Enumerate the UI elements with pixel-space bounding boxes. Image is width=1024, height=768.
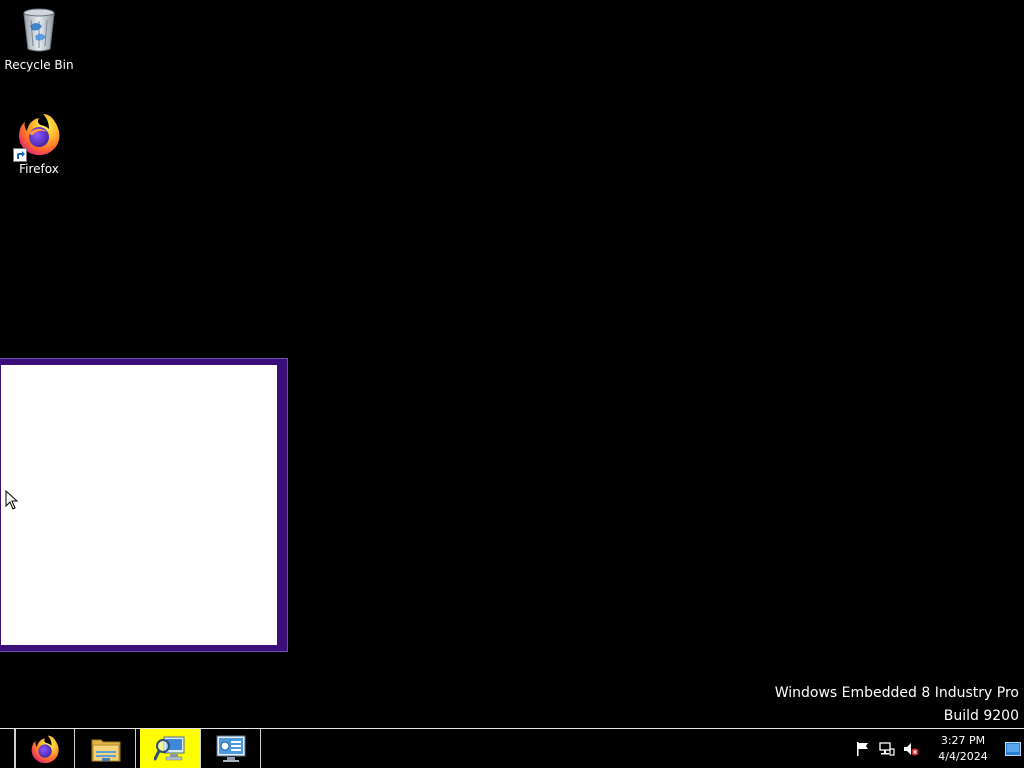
clock-date: 4/4/2024 xyxy=(938,749,988,763)
system-tray: 3:27 PM 4/4/2024 xyxy=(851,729,1024,768)
desktop: Recycle Bin Firefox Windows Embedded 8 I… xyxy=(0,0,1024,728)
file-explorer-icon xyxy=(91,739,120,761)
taskbar: 3:27 PM 4/4/2024 xyxy=(0,728,1024,768)
desktop-icon-recycle-bin[interactable]: Recycle Bin xyxy=(1,6,77,72)
clock-time: 3:27 PM xyxy=(940,733,986,747)
taskbar-button-file-explorer[interactable] xyxy=(76,729,136,768)
taskbar-button-control-panel[interactable] xyxy=(201,729,261,768)
window-client-area[interactable] xyxy=(1,365,277,645)
control-panel-icon xyxy=(216,735,245,762)
action-center-flag-icon[interactable] xyxy=(855,741,871,757)
search-computer-icon xyxy=(154,736,185,760)
windows-version-watermark: Windows Embedded 8 Industry Pro Build 92… xyxy=(775,682,1019,728)
volume-muted-icon[interactable] xyxy=(903,741,919,757)
taskbar-button-search-computer[interactable] xyxy=(140,729,201,768)
recycle-bin-icon xyxy=(15,6,63,54)
firefox-icon xyxy=(13,110,63,162)
watermark-edition: Windows Embedded 8 Industry Pro xyxy=(774,685,1019,701)
start-button[interactable] xyxy=(0,729,15,768)
network-icon[interactable] xyxy=(879,741,895,757)
watermark-build: Build 9200 xyxy=(943,708,1019,724)
shortcut-arrow-icon xyxy=(13,148,27,162)
mouse-pointer-icon xyxy=(5,490,19,510)
desktop-icon-firefox[interactable]: Firefox xyxy=(1,110,77,176)
app-window[interactable] xyxy=(0,358,288,652)
show-desktop-icon[interactable] xyxy=(1005,741,1021,756)
taskbar-button-firefox[interactable] xyxy=(15,729,75,768)
firefox-icon xyxy=(31,735,59,763)
desktop-icon-label: Recycle Bin xyxy=(4,58,74,72)
taskbar-clock[interactable]: 3:27 PM 4/4/2024 xyxy=(929,733,997,765)
desktop-icon-label: Firefox xyxy=(19,162,59,176)
